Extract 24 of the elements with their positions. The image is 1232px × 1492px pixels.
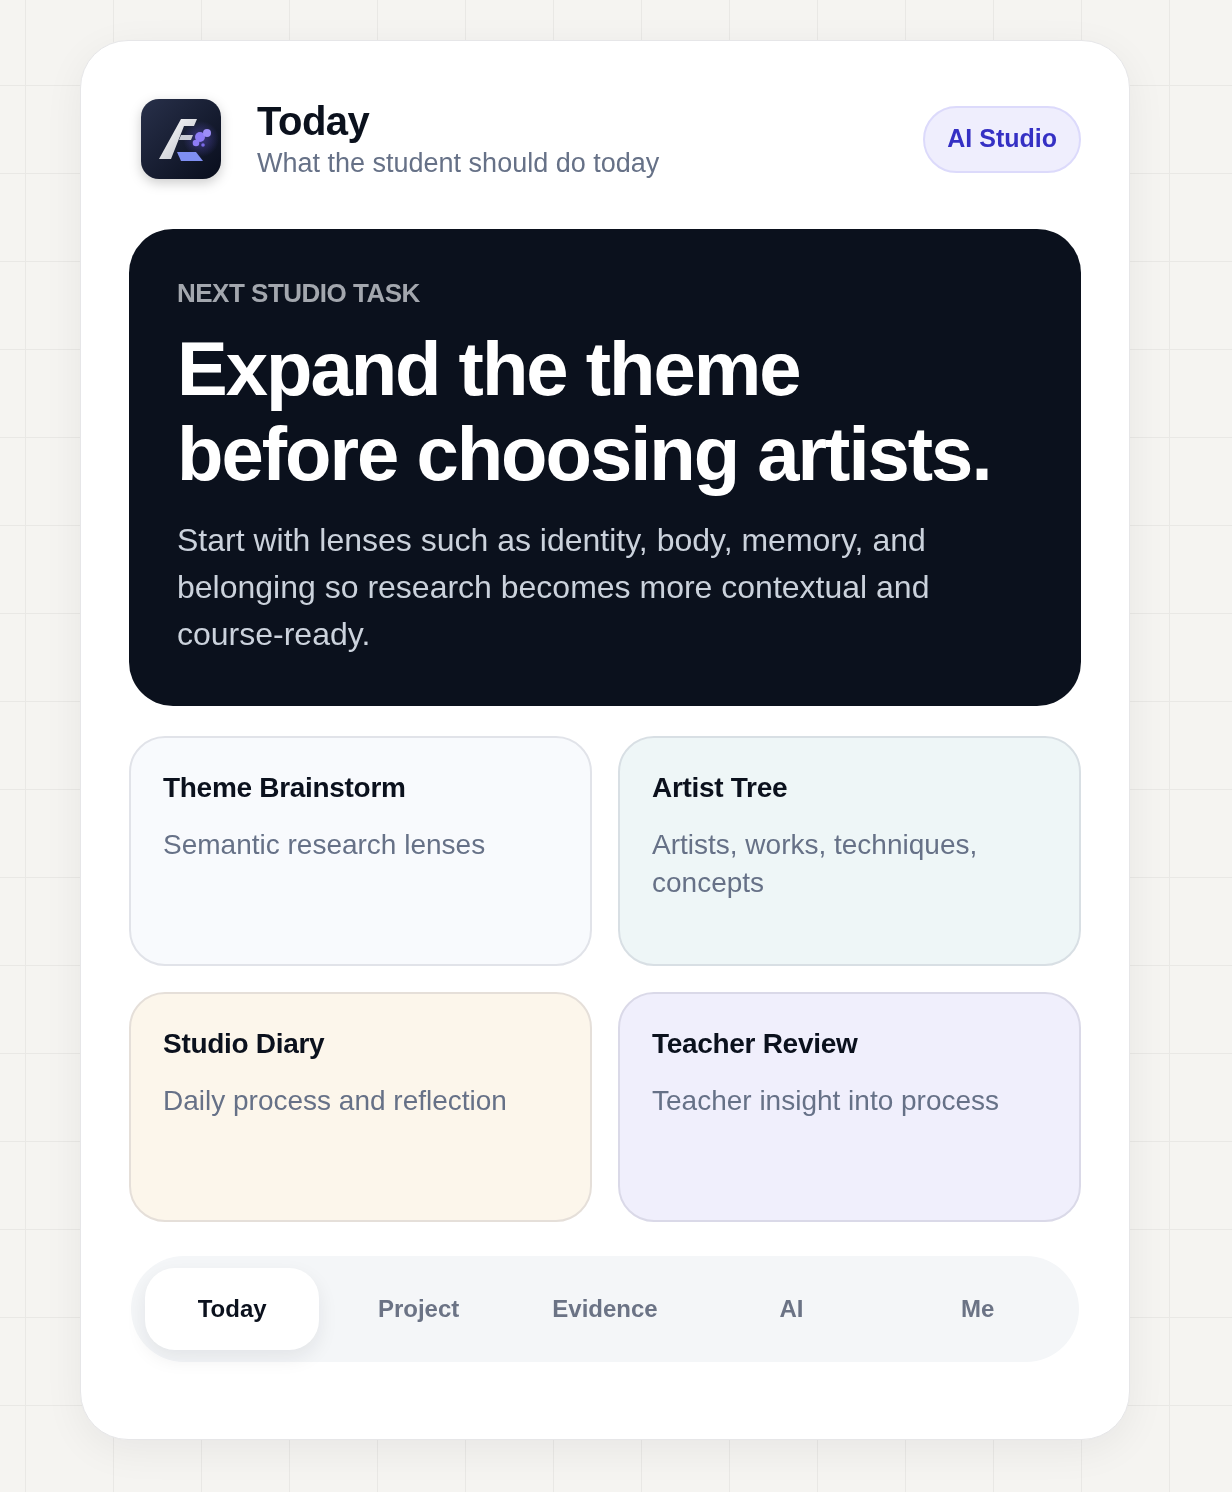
- card-title: Artist Tree: [652, 771, 789, 805]
- task-eyebrow: NEXT STUDIO TASK: [177, 277, 421, 309]
- nav-tab[interactable]: Evidence: [517, 1268, 693, 1350]
- card-subtitle: Teacher insight into process: [652, 1084, 1001, 1118]
- card-title: Theme Brainstorm: [163, 771, 407, 805]
- page-subtitle: What the student should do today: [257, 147, 660, 180]
- page-title: Today: [257, 98, 371, 145]
- task-headline: Expand the theme before choosing artists.: [177, 326, 992, 496]
- nav-tab[interactable]: Me: [890, 1268, 1065, 1350]
- card-subtitle: Artists, works, techniques, concepts: [652, 828, 979, 900]
- nav-tab[interactable]: Project: [331, 1268, 506, 1350]
- card-title: Studio Diary: [163, 1027, 326, 1061]
- nav-tab[interactable]: Today: [145, 1268, 320, 1350]
- feature-card[interactable]: Artist Tree Artists, works, techniques, concepts: [618, 736, 1081, 966]
- card-title: Teacher Review: [652, 1027, 859, 1061]
- feature-card[interactable]: Teacher Review Teacher insight into process: [618, 992, 1081, 1222]
- app-logo-icon: [141, 99, 221, 179]
- studio-badge: AI Studio: [923, 105, 1081, 173]
- card-subtitle: Semantic research lenses: [163, 828, 487, 862]
- task-description: Start with lenses such as identity, body, memory, and belonging so research becomes more contextual and course-ready.: [177, 521, 931, 654]
- card-subtitle: Daily process and reflection: [163, 1084, 508, 1118]
- feature-card[interactable]: Studio Diary Daily process and reflection: [129, 992, 592, 1222]
- nav-tab[interactable]: AI: [704, 1268, 879, 1350]
- feature-card[interactable]: Theme Brainstorm Semantic research lenses: [129, 736, 592, 966]
